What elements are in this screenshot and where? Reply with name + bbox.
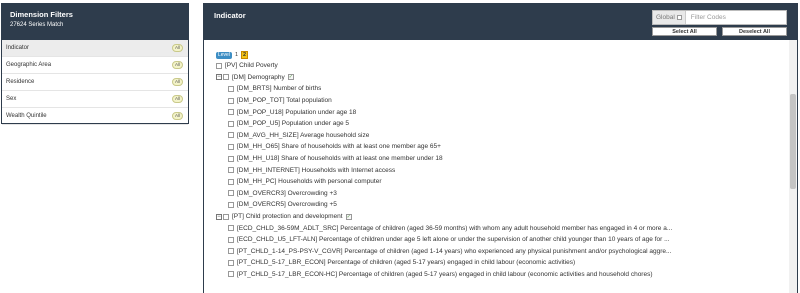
filter-item-label: Sex (6, 96, 17, 102)
indicator-title: Indicator (214, 11, 246, 20)
tree-checkbox[interactable] (228, 190, 234, 197)
filter-item-residence[interactable]: Residence All (2, 74, 188, 91)
dimension-filters-title: Dimension Filters (10, 10, 73, 19)
level-selector: Level 1 2 (216, 50, 791, 60)
tree-item-label: [PT_CHLD_5-17_LBR_ECON-HC] Percentage of… (237, 270, 653, 278)
tree-checkbox[interactable] (223, 74, 229, 81)
checkmark-icon: ✓ (287, 74, 294, 81)
tree-checkbox[interactable] (228, 85, 234, 92)
indicator-tree: Level 1 2 [PV] Child Poverty − [DM] Demo… (216, 50, 791, 280)
filter-item-sex[interactable]: Sex All (2, 91, 188, 108)
tree-checkbox[interactable] (216, 62, 222, 69)
tree-item[interactable]: [DM_POP_U5] Population under age 5 (216, 118, 791, 130)
filter-badge: All (171, 61, 183, 69)
tree-item-label: [PT_CHLD_5-17_LBR_ECON] Percentage of ch… (237, 259, 576, 267)
tree-item-label: [PT_CHLD_1-14_PS-PSY-V_CGVR] Percentage … (237, 247, 672, 255)
filter-item-wealth-quintile[interactable]: Wealth Quintile All (2, 108, 188, 125)
tree-item[interactable]: [DM_HH_PC] Households with personal comp… (216, 176, 791, 188)
tree-group[interactable]: − [PT] Child protection and development … (216, 211, 791, 223)
tree-item-label: [DM_BRTS] Number of births (237, 85, 322, 93)
tree-item[interactable]: [DM_OVERCR5] Overcrowding +5 (216, 199, 791, 211)
filter-item-label: Wealth Quintile (6, 113, 47, 119)
tree-checkbox[interactable] (228, 167, 234, 174)
tree-checkbox[interactable] (228, 155, 234, 162)
tree-item-label: [ECD_CHLD_36-59M_ADLT_SRC] Percentage of… (237, 224, 673, 232)
global-label: Global (656, 14, 675, 21)
tree-item-label: [DM] Demography (232, 73, 285, 81)
filter-item-indicator[interactable]: Indicator All (2, 40, 188, 57)
collapse-icon[interactable]: − (216, 74, 222, 81)
tree-item[interactable]: [ECD_CHLD_36-59M_ADLT_SRC] Percentage of… (216, 222, 791, 234)
indicator-header: Indicator Global Select All Deselect All (204, 4, 797, 40)
filter-badge: All (171, 78, 183, 86)
tree-checkbox[interactable] (228, 97, 234, 104)
filter-badge: All (171, 112, 183, 120)
filter-badge: All (171, 44, 183, 52)
tree-item[interactable]: [DM_OVERCR3] Overcrowding +3 (216, 188, 791, 200)
tree-checkbox[interactable] (228, 259, 234, 266)
tree-item[interactable]: [PT_CHLD_1-14_PS-PSY-V_CGVR] Percentage … (216, 246, 791, 258)
tree-item-label: [DM_HH_INTERNET] Households with Interne… (237, 166, 396, 174)
tree-item[interactable]: [PT_CHLD_5-17_LBR_ECON-HC] Percentage of… (216, 269, 791, 281)
tree-item[interactable]: [DM_POP_TOT] Total population (216, 95, 791, 107)
tree-checkbox[interactable] (228, 120, 234, 127)
tree-item-label: [DM_OVERCR3] Overcrowding +3 (237, 189, 337, 197)
tree-item-label: [ECD_CHLD_U5_LFT-ALN] Percentage of chil… (237, 236, 670, 244)
scrollbar-thumb[interactable] (790, 94, 796, 189)
tree-item[interactable]: [ECD_CHLD_U5_LFT-ALN] Percentage of chil… (216, 234, 791, 246)
filter-codes-input[interactable] (685, 14, 776, 21)
dimension-filters-panel: Dimension Filters 27624 Series Match Ind… (1, 3, 189, 125)
collapse-icon[interactable]: − (216, 213, 222, 220)
tree-checkbox[interactable] (228, 236, 234, 243)
tree-checkbox[interactable] (228, 132, 234, 139)
tree-checkbox[interactable] (223, 213, 229, 220)
tree-item[interactable]: [PT_CHLD_5-17_LBR_ECON] Percentage of ch… (216, 257, 791, 269)
tree-checkbox[interactable] (228, 225, 234, 232)
tree-checkbox[interactable] (228, 109, 234, 116)
tree-item[interactable]: [DM_POP_U18] Population under age 18 (216, 106, 791, 118)
tree-checkbox[interactable] (228, 271, 234, 278)
tree-scrollbar[interactable] (789, 40, 797, 293)
tree-checkbox[interactable] (228, 178, 234, 185)
tree-item[interactable]: [PV] Child Poverty (216, 60, 791, 72)
tree-item-label: [DM_OVERCR5] Overcrowding +5 (237, 201, 337, 209)
tree-checkbox[interactable] (228, 201, 234, 208)
checkmark-icon: ✓ (345, 213, 352, 220)
global-checkbox[interactable] (676, 15, 682, 20)
tree-item[interactable]: [DM_HH_U18] Share of households with at … (216, 153, 791, 165)
indicator-panel: Indicator Global Select All Deselect All… (203, 3, 798, 293)
filter-item-geographic-area[interactable]: Geographic Area All (2, 57, 188, 74)
filter-badge: All (171, 95, 183, 103)
tree-item-label: [PT] Child protection and development (232, 213, 343, 221)
filter-codes-search: Global (652, 10, 787, 25)
tree-item-label: [DM_HH_PC] Households with personal comp… (237, 178, 382, 186)
filter-item-label: Residence (6, 79, 35, 85)
filter-item-label: Indicator (6, 45, 30, 51)
tree-group[interactable]: − [DM] Demography ✓ (216, 72, 791, 84)
tree-item[interactable]: [DM_AVG_HH_SIZE] Average household size (216, 130, 791, 142)
tree-item[interactable]: [DM_HH_INTERNET] Households with Interne… (216, 164, 791, 176)
tree-item-label: [DM_AVG_HH_SIZE] Average household size (237, 131, 370, 139)
tree-item[interactable]: [DM_HH_O65] Share of households with at … (216, 141, 791, 153)
select-all-button[interactable]: Select All (652, 27, 717, 36)
tree-item-label: [DM_POP_U5] Population under age 5 (237, 120, 350, 128)
tree-item[interactable]: [DM_BRTS] Number of births (216, 83, 791, 95)
deselect-all-button[interactable]: Deselect All (722, 27, 787, 36)
dimension-filters-header: Dimension Filters 27624 Series Match (2, 4, 188, 40)
tree-item-label: [DM_HH_O65] Share of households with at … (237, 143, 441, 151)
tree-checkbox[interactable] (228, 143, 234, 150)
filter-item-label: Geographic Area (6, 62, 52, 68)
level-option-1[interactable]: 1 (235, 52, 238, 58)
level-option-2[interactable]: 2 (241, 51, 249, 59)
tree-checkbox[interactable] (228, 248, 234, 255)
tree-item-label: [DM_HH_U18] Share of households with at … (237, 155, 443, 163)
level-label: Level (216, 51, 232, 59)
tree-item-label: [DM_POP_TOT] Total population (237, 97, 332, 105)
tree-item-label: [DM_POP_U18] Population under age 18 (237, 108, 357, 116)
global-toggle[interactable]: Global (653, 11, 686, 24)
tree-item-label: [PV] Child Poverty (225, 62, 278, 70)
series-match-count: 27624 Series Match (10, 22, 64, 28)
